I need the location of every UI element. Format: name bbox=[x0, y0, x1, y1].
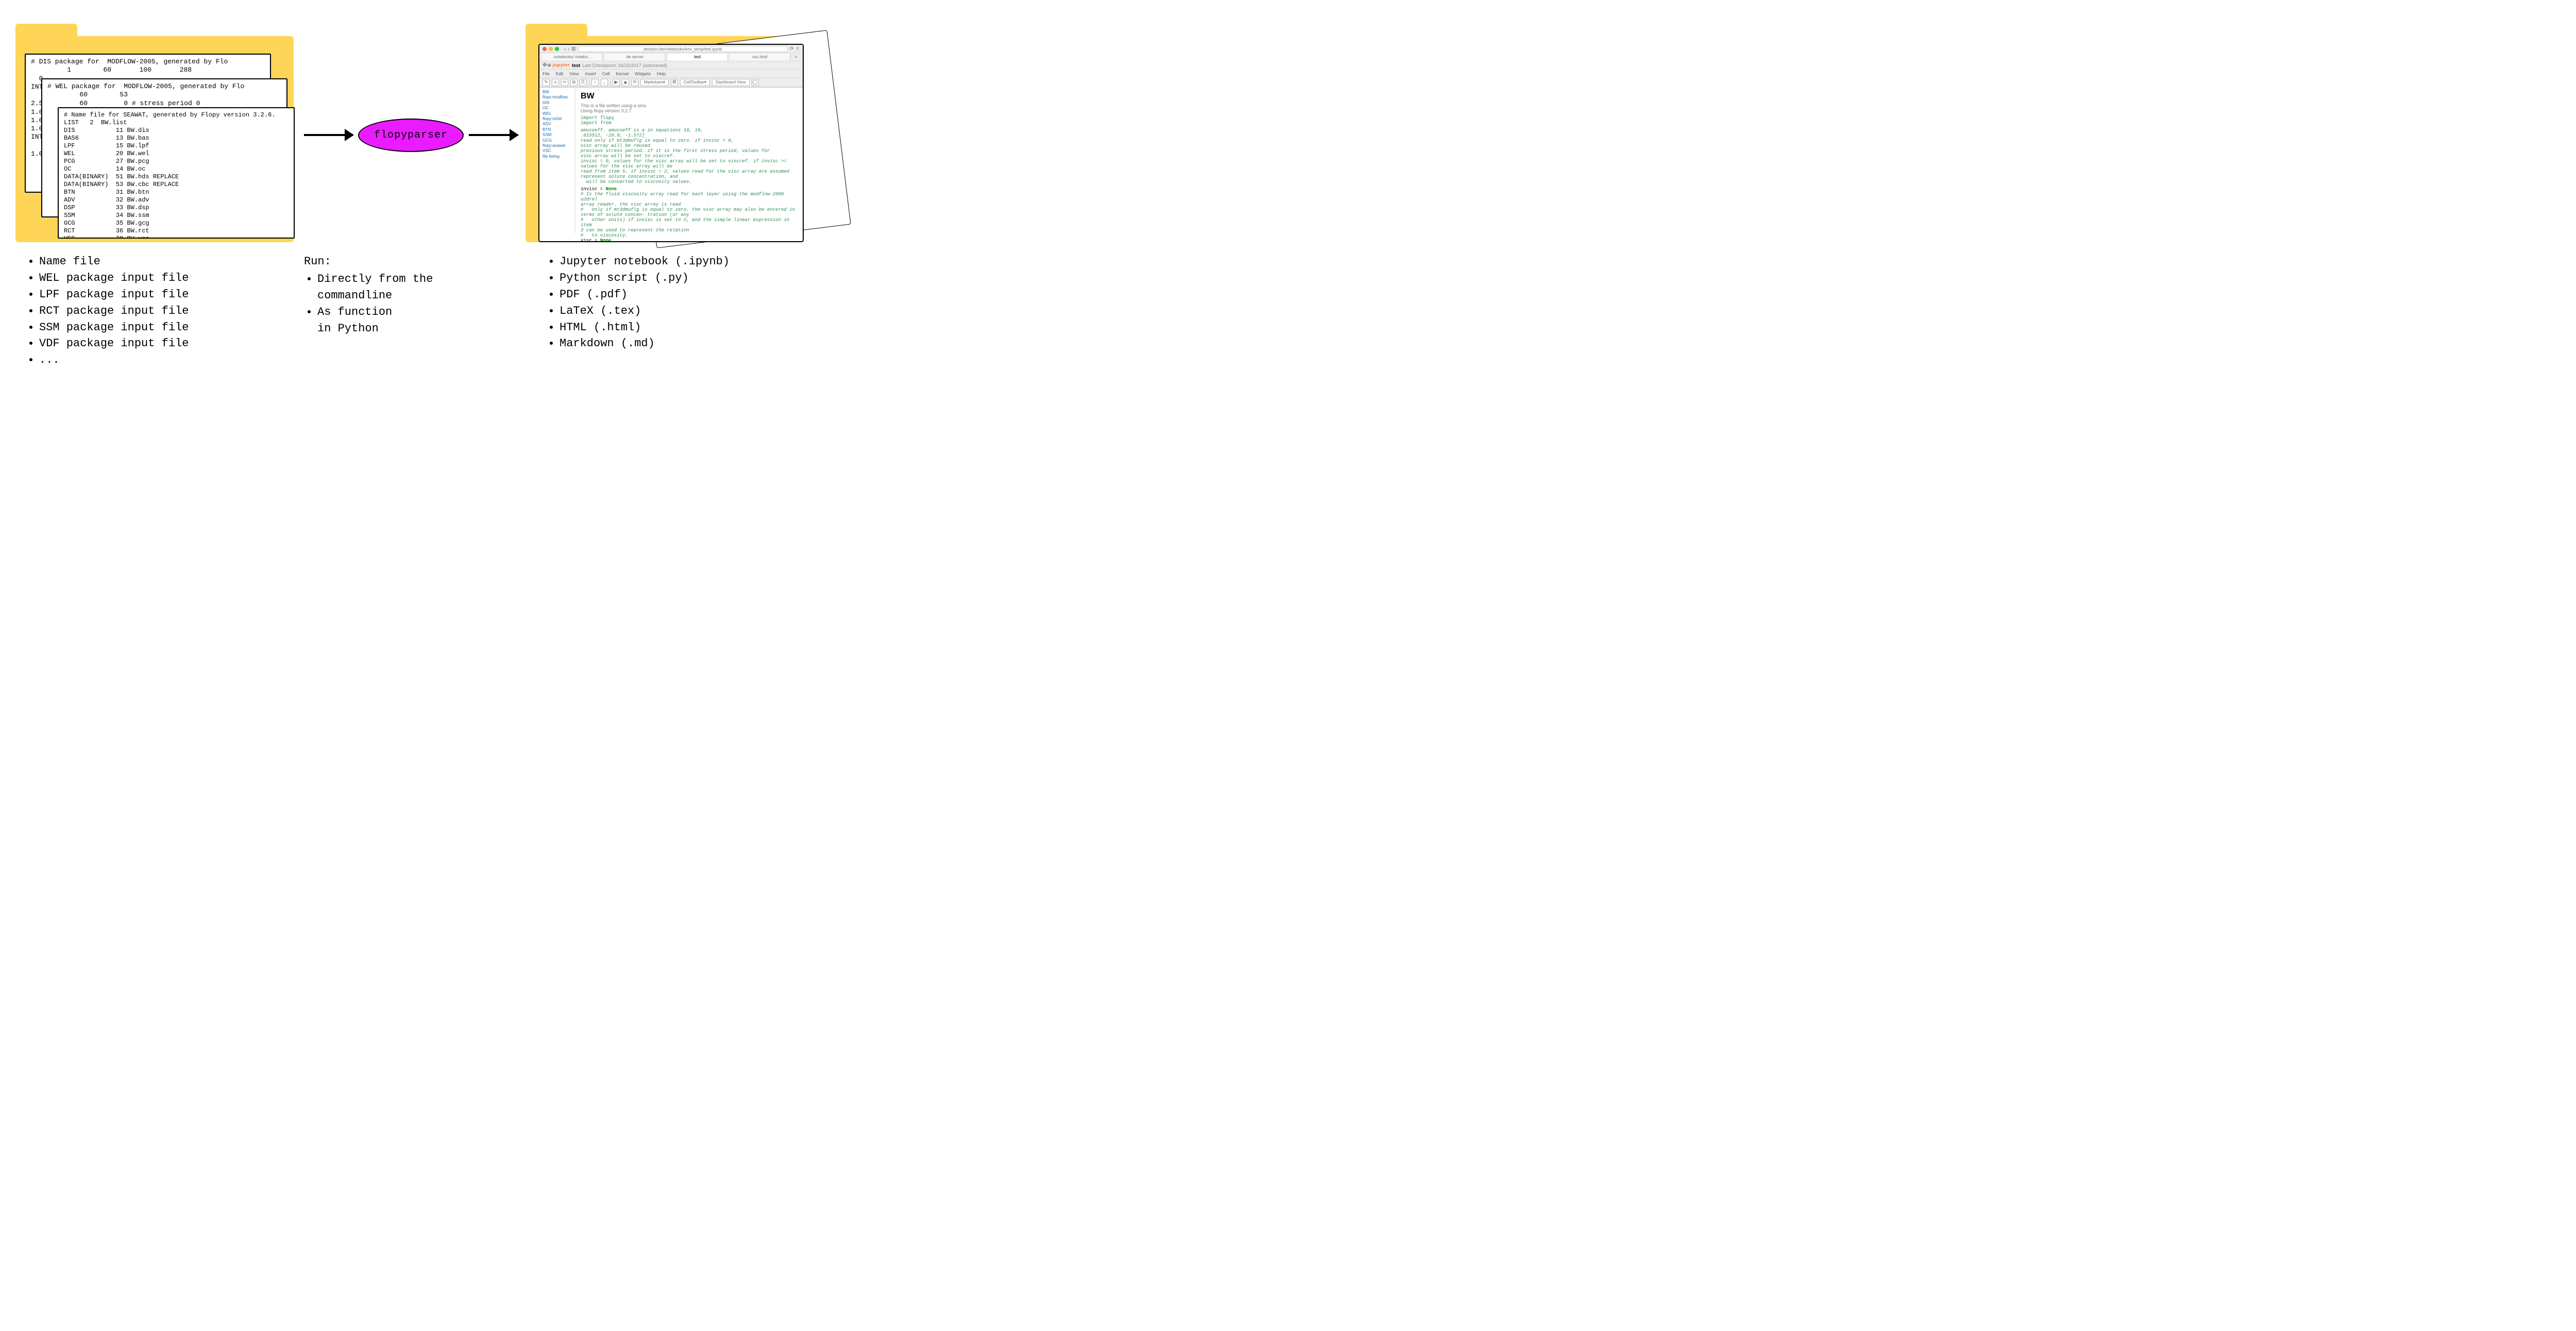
list-item: SSM package input file bbox=[39, 319, 304, 336]
browser-chrome: ‹ › ▥ desbom.be/notebooks/env_temp/test.… bbox=[539, 45, 803, 88]
input-list-column: Name fileWEL package input fileLPF packa… bbox=[15, 254, 304, 368]
menu-edit[interactable]: Edit bbox=[556, 71, 564, 76]
celltoolbar-select[interactable]: CellToolbar ▾ bbox=[680, 79, 710, 86]
celltype-select[interactable]: Markdown ▾ bbox=[640, 79, 669, 86]
menu-file[interactable]: File bbox=[543, 71, 550, 76]
toc-item[interactable]: OC bbox=[543, 106, 572, 111]
toc-item[interactable]: BTN bbox=[543, 127, 572, 132]
jupyter-menu: File Edit View Insert Cell Kernel Widget… bbox=[539, 70, 803, 78]
toc-item[interactable]: flopy:mt3d bbox=[543, 116, 572, 122]
move-up-icon[interactable]: ↑ bbox=[591, 79, 599, 86]
list-item: Markdown (.md) bbox=[560, 335, 809, 352]
jupyter-logo: �◉ jupyter bbox=[543, 62, 570, 68]
jupyter-toolbar: ✎ ＋ ✂ ⧉ ⎘ ↑ ↓ ▶ ■ ⟳ Markdown ▾ ⌘ CellToo… bbox=[539, 78, 803, 87]
arrow-left-icon bbox=[304, 134, 353, 136]
kernel-status-icon: ◯ bbox=[752, 79, 759, 86]
move-down-icon[interactable]: ↓ bbox=[601, 79, 608, 86]
nav-back-icon[interactable]: ‹ bbox=[564, 46, 566, 52]
browser-tab[interactable]: de server bbox=[605, 54, 665, 61]
menu-kernel[interactable]: Kernel bbox=[616, 71, 629, 76]
menu-insert[interactable]: Insert bbox=[585, 71, 596, 76]
browser-tabs: notebooks/ notebo... de server test vsc.… bbox=[539, 53, 803, 61]
sidebar-icon[interactable]: ▥ bbox=[571, 46, 576, 52]
list-item: RCT package input file bbox=[39, 303, 304, 319]
name-file-window: # Name file for SEAWAT, generated by Flo… bbox=[58, 107, 295, 239]
list-item: Python script (.py) bbox=[560, 270, 809, 287]
list-item: WEL package input file bbox=[39, 270, 304, 287]
flopyparser-label: flopyparser bbox=[374, 129, 448, 141]
list-item: LPF package input file bbox=[39, 287, 304, 303]
toc-item[interactable]: file listing bbox=[543, 154, 572, 159]
notebook-cells: BW This is a file written using a smu Us… bbox=[575, 88, 803, 233]
jupyter-header: �◉ jupyter test Last Checkpoint: 34/23/2… bbox=[539, 61, 803, 70]
list-item: HTML (.html) bbox=[560, 319, 809, 336]
close-icon[interactable] bbox=[543, 47, 547, 51]
notebook-toc: BWflopy:modflowDISOCWELflopy:mt3dADVBTNS… bbox=[539, 88, 575, 233]
toc-item[interactable]: BW bbox=[543, 90, 572, 95]
save-icon[interactable]: ✎ bbox=[543, 79, 550, 86]
list-item: ... bbox=[39, 352, 304, 368]
cut-icon[interactable]: ✂ bbox=[561, 79, 568, 86]
separator bbox=[610, 79, 611, 86]
overlay-comment-block: amucoeff. amucoeff is a in equations 18,… bbox=[581, 128, 798, 184]
flopyparser-node: flopyparser bbox=[358, 119, 464, 152]
diagram-canvas: # DIS package for MODFLOW-2005, generate… bbox=[15, 15, 809, 407]
maximize-icon[interactable] bbox=[555, 47, 559, 51]
browser-tab-active[interactable]: test bbox=[668, 54, 728, 61]
menu-widgets[interactable]: Widgets bbox=[635, 71, 651, 76]
toc-item[interactable]: GCG bbox=[543, 138, 572, 143]
browser-titlebar: ‹ › ▥ desbom.be/notebooks/env_temp/test.… bbox=[539, 45, 803, 53]
list-item: VDF package input file bbox=[39, 335, 304, 352]
notebook-title[interactable]: test bbox=[572, 63, 580, 68]
add-cell-icon[interactable]: ＋ bbox=[552, 79, 559, 86]
cell-subtext: This is a file written using a smu bbox=[581, 103, 798, 108]
list-item: Directly from thecommandline bbox=[317, 271, 526, 304]
copy-icon[interactable]: ⧉ bbox=[570, 79, 578, 86]
menu-cell[interactable]: Cell bbox=[602, 71, 610, 76]
window-controls bbox=[543, 47, 559, 51]
share-icon[interactable]: ⇪ bbox=[795, 46, 800, 52]
list-item: Name file bbox=[39, 254, 304, 270]
cell-heading: BW bbox=[581, 92, 798, 101]
list-item: PDF (.pdf) bbox=[560, 287, 809, 303]
address-bar[interactable]: desbom.be/notebooks/env_temp/test.ipynb bbox=[578, 46, 788, 52]
cell-subtext: Using flopy version 3.2.7 bbox=[581, 108, 798, 113]
toc-item[interactable]: flopy:seawat bbox=[543, 143, 572, 148]
nav-fwd-icon[interactable]: › bbox=[568, 46, 569, 52]
run-heading: Run: bbox=[304, 254, 526, 270]
output-list-column: Jupyter notebook (.ipynb)Python script (… bbox=[526, 254, 809, 368]
arrow-right-icon bbox=[469, 134, 518, 136]
toc-item[interactable]: VSC bbox=[543, 148, 572, 154]
toc-item[interactable]: flopy:modflow bbox=[543, 95, 572, 100]
minimize-icon[interactable] bbox=[549, 47, 553, 51]
list-item: Jupyter notebook (.ipynb) bbox=[560, 254, 809, 270]
code-cell-continued[interactable]: invisc = None# Is the fluid viscosity ar… bbox=[581, 187, 798, 242]
toc-item[interactable]: SSM bbox=[543, 132, 572, 138]
jupyter-browser-window: ‹ › ▥ desbom.be/notebooks/env_temp/test.… bbox=[538, 44, 804, 242]
run-column: Run: Directly from thecommandlineAs func… bbox=[304, 254, 526, 368]
paste-icon[interactable]: ⎘ bbox=[580, 79, 587, 86]
folder-tab-icon bbox=[526, 24, 587, 38]
command-icon[interactable]: ⌘ bbox=[671, 79, 678, 86]
run-icon[interactable]: ▶ bbox=[613, 79, 620, 86]
toc-item[interactable]: DIS bbox=[543, 100, 572, 106]
list-item: As functionin Python bbox=[317, 304, 526, 337]
folder-tab-icon bbox=[15, 24, 77, 38]
description-columns: Name fileWEL package input fileLPF packa… bbox=[15, 254, 809, 368]
restart-icon[interactable]: ⟳ bbox=[631, 79, 638, 86]
code-cell[interactable]: import flopy import from bbox=[581, 115, 798, 126]
dashboard-button[interactable]: Dashboard View bbox=[712, 79, 750, 86]
menu-help[interactable]: Help bbox=[657, 71, 666, 76]
list-item: LaTeX (.tex) bbox=[560, 303, 809, 319]
menu-view[interactable]: View bbox=[569, 71, 579, 76]
browser-tab[interactable]: vsc.html bbox=[730, 54, 790, 61]
new-tab-icon[interactable]: + bbox=[792, 55, 800, 60]
stop-icon[interactable]: ■ bbox=[622, 79, 629, 86]
browser-tab[interactable]: notebooks/ notebo... bbox=[543, 54, 603, 61]
toc-item[interactable]: ADV bbox=[543, 122, 572, 127]
reload-icon[interactable]: ⟳ bbox=[790, 46, 794, 52]
toc-item[interactable]: WEL bbox=[543, 111, 572, 116]
checkpoint-label: Last Checkpoint: 34/23/2017 (autosaved) bbox=[582, 63, 667, 68]
